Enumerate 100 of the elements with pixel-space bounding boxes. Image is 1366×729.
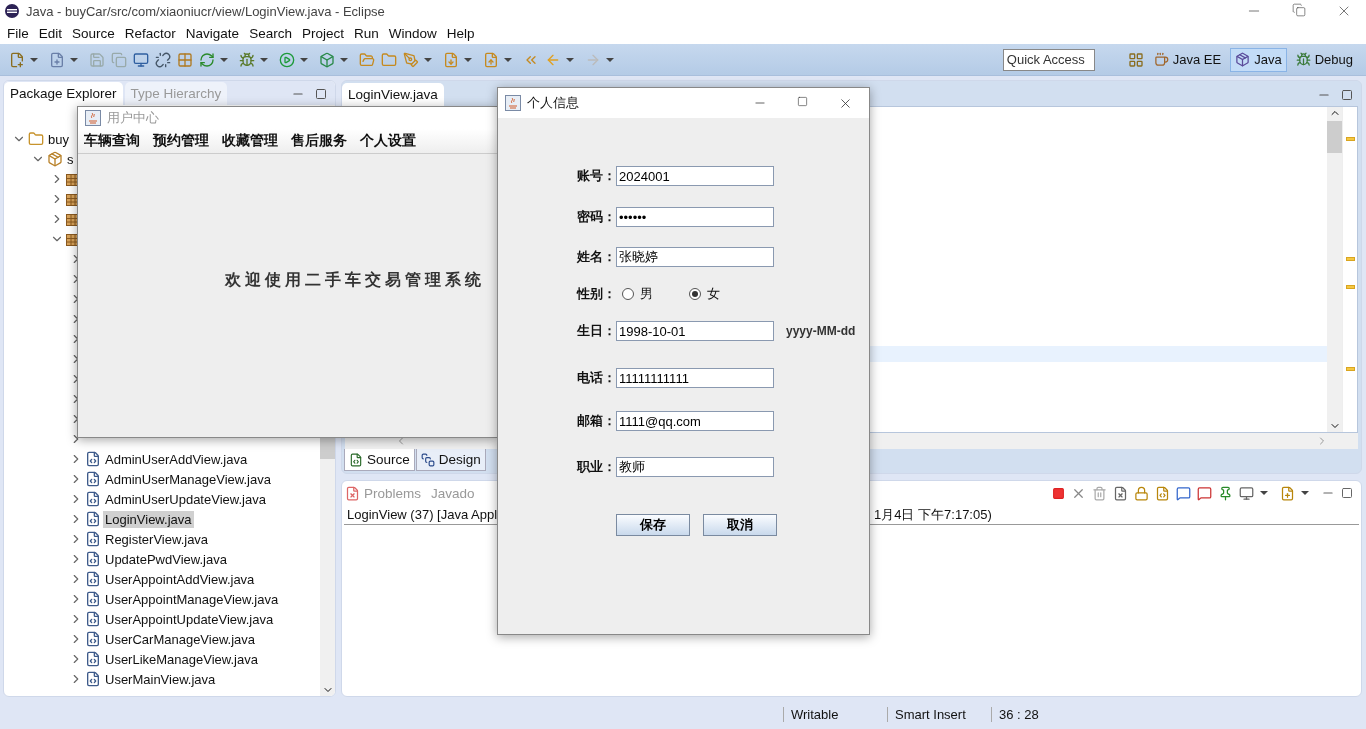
window-title: 用户中心 <box>107 109 159 127</box>
monitor-icon[interactable] <box>132 50 150 69</box>
editor-tab[interactable]: LoginView.java <box>342 83 444 106</box>
java-file-icon <box>85 531 101 547</box>
refresh-icon[interactable] <box>198 50 216 69</box>
input-field[interactable]: 张晓婷 <box>616 247 774 267</box>
caret-icon[interactable] <box>1260 491 1268 495</box>
java-file-icon <box>85 611 101 627</box>
dialog-button[interactable]: 取消 <box>703 514 777 536</box>
perspective-button[interactable]: Debug <box>1290 47 1358 72</box>
quick-access-field[interactable]: Quick Access <box>1002 48 1095 71</box>
java-icon <box>85 110 101 126</box>
menu-item[interactable]: 售后服务 <box>291 132 347 150</box>
caret-icon[interactable] <box>566 57 574 62</box>
caret-icon[interactable] <box>300 57 308 62</box>
menu-item[interactable]: Window <box>383 25 442 41</box>
menu-item[interactable]: Project <box>296 25 349 41</box>
menu-item[interactable]: Edit <box>33 25 68 41</box>
caret-icon[interactable] <box>260 57 268 62</box>
menu-item[interactable]: Help <box>441 25 480 41</box>
window-title: Java - buyCar/src/com/xiaoniucr/view/LoginView.java - Eclipse <box>26 3 385 19</box>
java-icon <box>505 95 521 111</box>
dialog-button[interactable]: 保存 <box>616 514 690 536</box>
input-field[interactable]: 教师 <box>616 457 774 477</box>
caret-icon[interactable] <box>606 57 614 62</box>
pin-icon[interactable] <box>1218 485 1233 501</box>
maximize-icon[interactable] <box>797 95 808 107</box>
field-label: 账号： <box>577 167 616 185</box>
caret-icon[interactable] <box>70 57 78 62</box>
console-header: 1月4日 下午7:17:05) <box>874 505 993 524</box>
radio-button[interactable] <box>689 288 701 300</box>
scroll-lock-icon[interactable] <box>1134 485 1149 501</box>
java-file-icon <box>85 651 101 667</box>
maximize-icon[interactable] <box>1341 487 1353 499</box>
caret-icon[interactable] <box>464 57 472 62</box>
input-field[interactable]: 1998-10-01 <box>616 321 774 341</box>
maximize-icon[interactable] <box>315 87 327 100</box>
window-title: 个人信息 <box>527 94 579 112</box>
caret-icon[interactable] <box>220 57 228 62</box>
scrollbar[interactable] <box>1327 107 1342 432</box>
menu-item[interactable]: Source <box>67 25 120 41</box>
input-field[interactable]: 2024001 <box>616 166 774 186</box>
menu-item[interactable]: Search <box>244 25 297 41</box>
new-file-icon[interactable] <box>8 50 26 69</box>
menu-item[interactable]: Refactor <box>119 25 181 41</box>
field-label: 职业： <box>577 458 616 476</box>
menu-item[interactable]: 车辆查询 <box>84 132 140 150</box>
field-label: 生日： <box>577 322 616 340</box>
field-label: 邮箱： <box>577 412 616 430</box>
source-folder-icon <box>47 151 63 167</box>
java-file-icon <box>85 551 101 567</box>
maximize-icon[interactable] <box>1341 88 1353 101</box>
caret-icon[interactable] <box>1301 491 1309 495</box>
radio-button[interactable] <box>622 288 634 300</box>
menu-item[interactable]: Run <box>348 25 384 41</box>
input-field[interactable]: 11111111111 <box>616 368 774 388</box>
app-icon <box>4 3 20 19</box>
tree-item[interactable]: LoginView.java <box>103 510 194 528</box>
debug-icon[interactable] <box>238 50 256 69</box>
radio-label: 女 <box>707 285 720 303</box>
open-console-icon[interactable] <box>1280 485 1295 501</box>
view-tab[interactable]: Design <box>415 449 486 471</box>
view-tab[interactable]: Source <box>344 449 415 471</box>
scroll-thumb[interactable] <box>1327 121 1342 153</box>
display-console-icon[interactable] <box>1239 485 1254 501</box>
status-item: 36 : 28 <box>991 707 1081 722</box>
menu-item[interactable]: File <box>2 25 34 41</box>
restore-icon[interactable] <box>1292 3 1306 17</box>
terminate-icon[interactable] <box>1052 486 1065 500</box>
caret-icon[interactable] <box>340 57 348 62</box>
view-tab[interactable]: Package Explorer <box>4 82 123 105</box>
show-output-icon[interactable] <box>1176 485 1191 501</box>
show-error-icon[interactable] <box>1197 485 1212 501</box>
scroll-thumb[interactable] <box>320 437 335 459</box>
caret-icon[interactable] <box>504 57 512 62</box>
menu-item[interactable]: Navigate <box>180 25 245 41</box>
open-perspective-icon[interactable] <box>1126 50 1145 69</box>
caret-icon[interactable] <box>424 57 432 62</box>
input-field[interactable]: 1111@qq.com <box>616 411 774 431</box>
new-class-icon[interactable] <box>48 50 66 69</box>
perspective-button[interactable]: Java <box>1230 47 1287 72</box>
clear-console-icon[interactable] <box>1113 485 1128 501</box>
unlink-icon[interactable] <box>154 50 172 69</box>
bug-icon <box>1295 52 1311 67</box>
menu-item[interactable]: 收藏管理 <box>222 132 278 150</box>
java-file-icon <box>85 631 101 647</box>
java-file-icon <box>85 671 101 687</box>
java-file-icon <box>85 471 101 487</box>
format-hint: yyyy-MM-dd <box>786 324 856 338</box>
caret-icon[interactable] <box>30 57 38 62</box>
menu-item[interactable]: 预约管理 <box>153 132 209 150</box>
package-icon[interactable] <box>318 50 336 69</box>
perspective-button[interactable]: Java EE <box>1148 47 1227 72</box>
field-label: 电话： <box>577 369 616 387</box>
coffee-icon <box>1153 52 1169 67</box>
field-label: 性别： <box>577 285 616 303</box>
input-field[interactable]: •••••• <box>616 207 774 227</box>
java-file-icon <box>85 511 101 527</box>
menu-item[interactable]: 个人设置 <box>360 132 416 150</box>
project-icon <box>28 131 44 147</box>
